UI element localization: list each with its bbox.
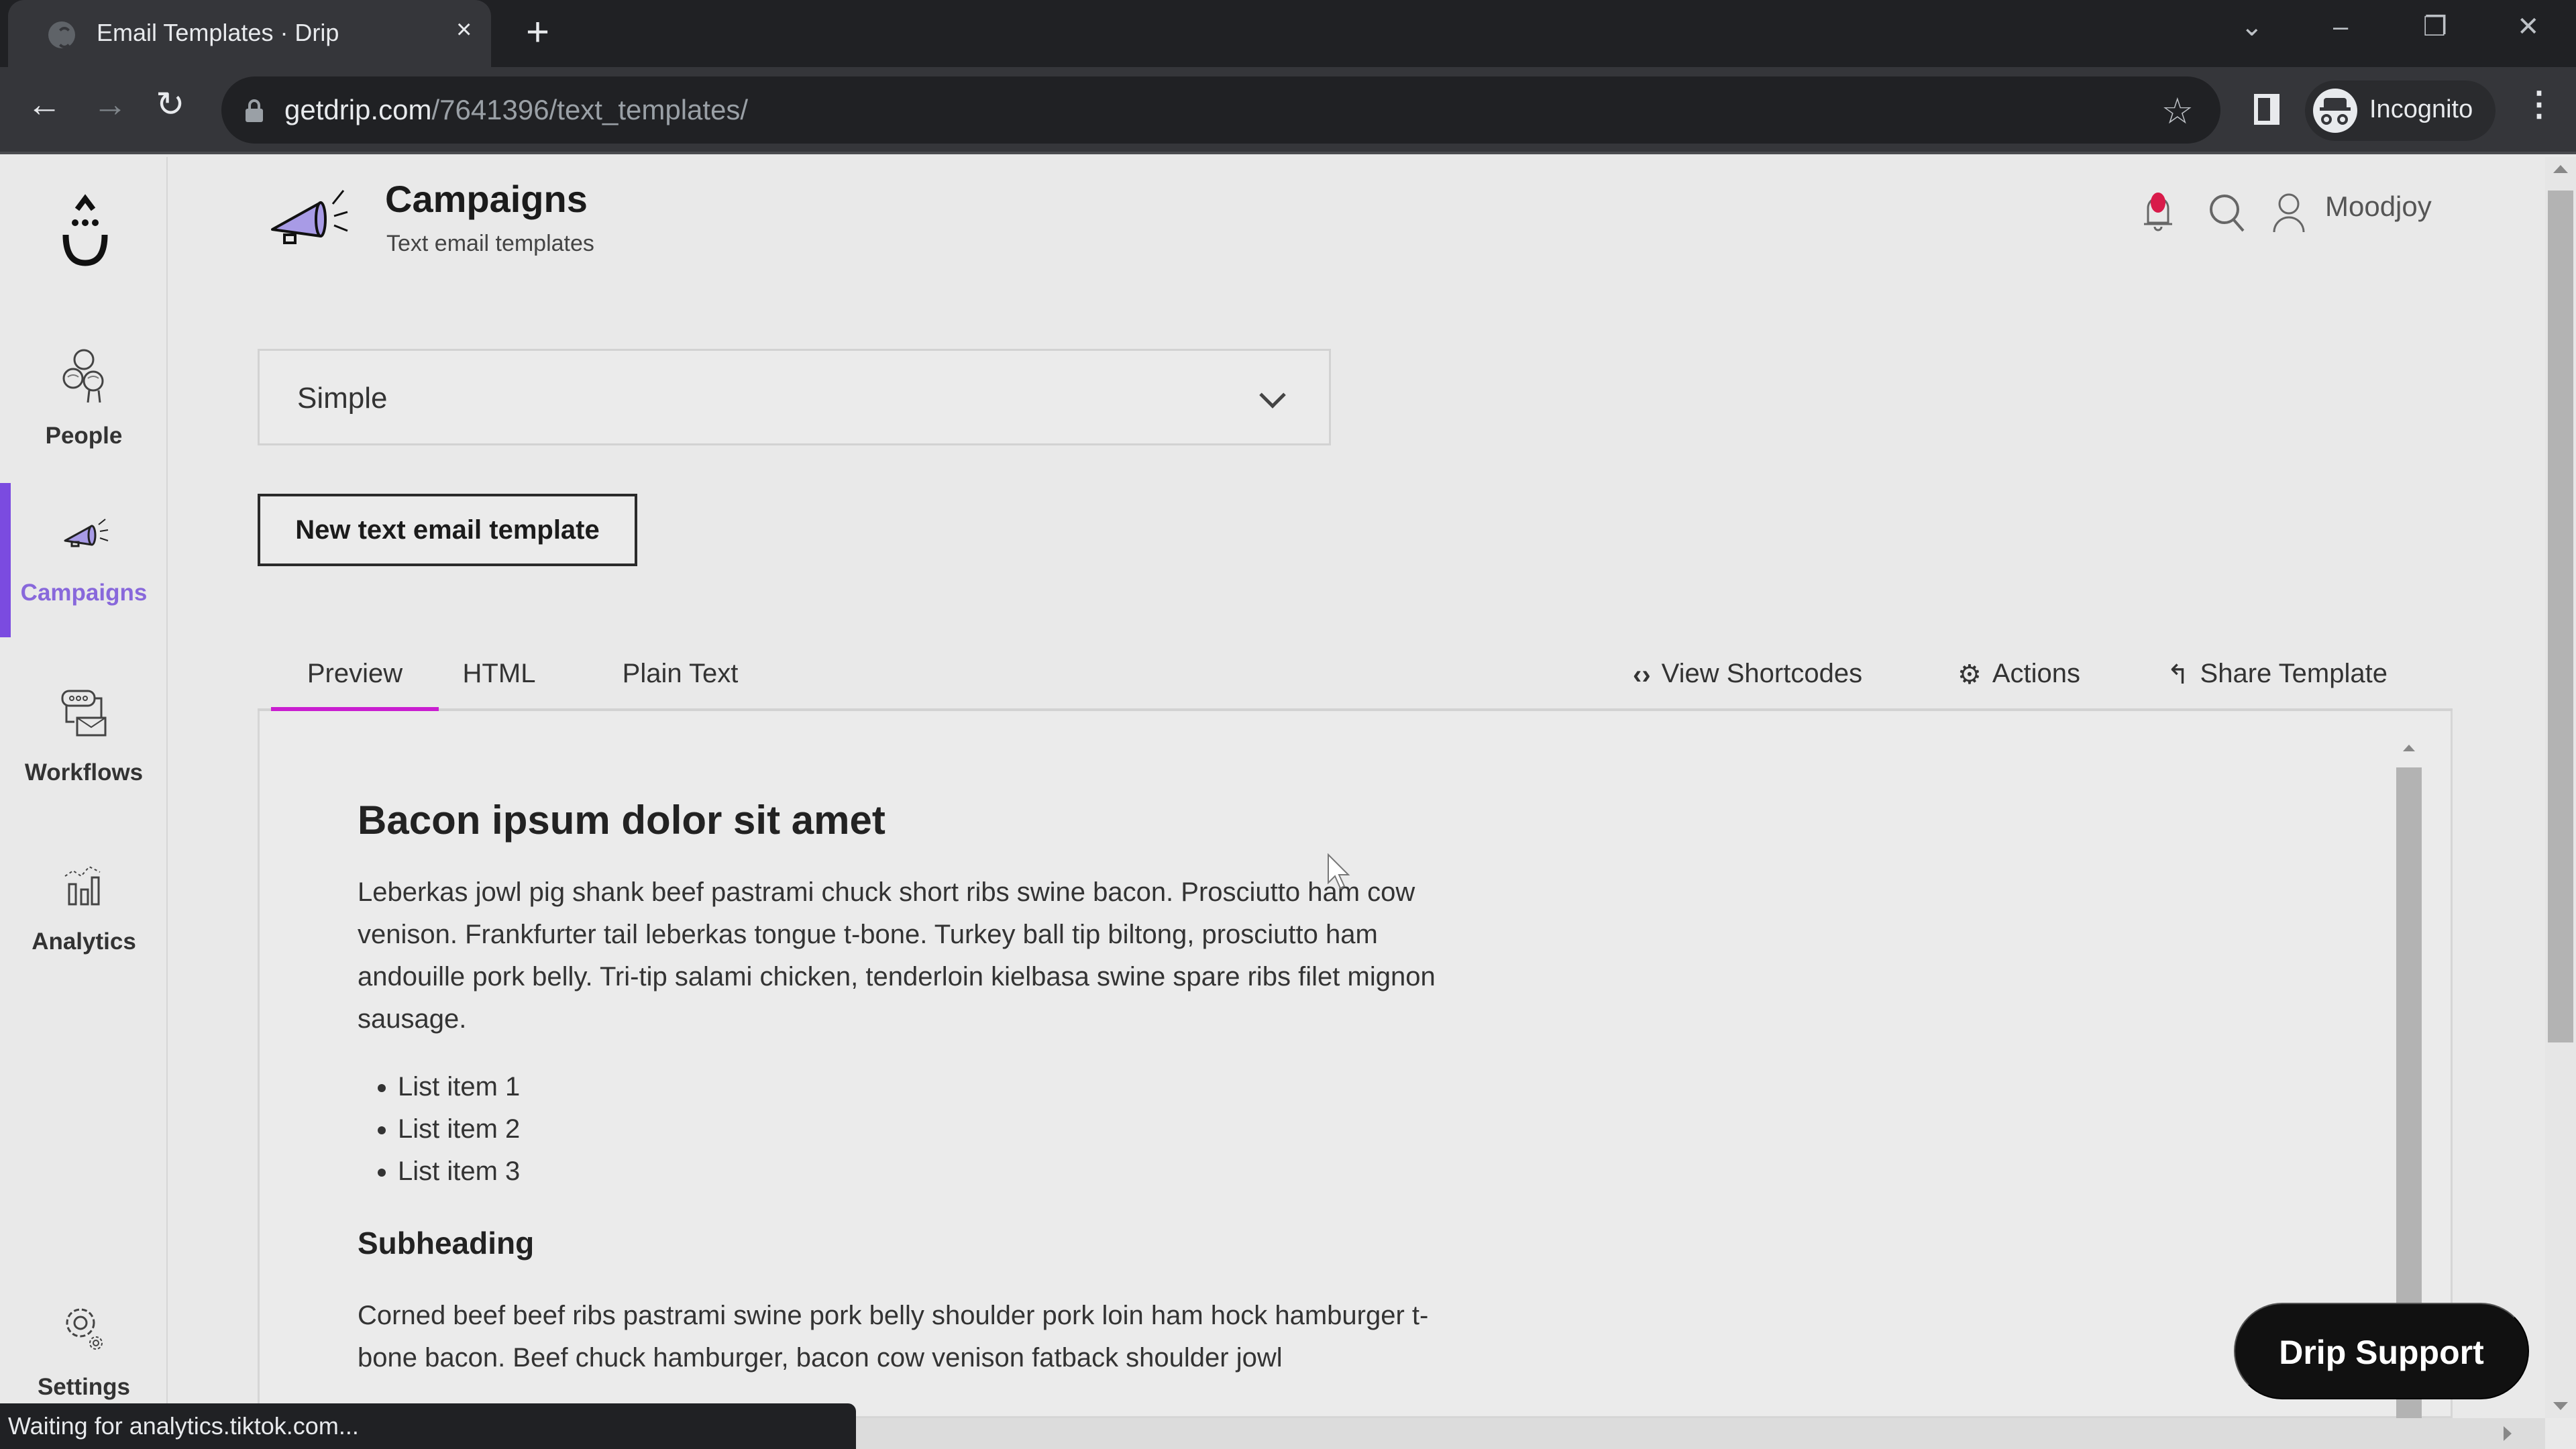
globe-icon: [48, 21, 75, 48]
sidebar-item-label: People: [45, 423, 123, 449]
tab-close-button[interactable]: ×: [456, 16, 472, 43]
template-tabs: Preview HTML Plain Text ‹› View Shortcode…: [258, 640, 2453, 714]
email-preview-content: Bacon ipsum dolor sit amet Leberkas jowl…: [358, 797, 1485, 1405]
address-bar[interactable]: getdrip.com/7641396/text_templates/ ☆: [221, 76, 2220, 144]
template-type-select[interactable]: Simple: [258, 349, 1331, 445]
page-scrollbar-thumb[interactable]: [2548, 191, 2573, 1042]
browser-tab[interactable]: Email Templates · Drip ×: [8, 0, 491, 68]
lock-icon: [246, 99, 263, 122]
page-vertical-scrollbar[interactable]: [2545, 157, 2576, 1418]
kebab-menu-icon[interactable]: ⋮: [2522, 87, 2556, 121]
actions-label: Actions: [1992, 659, 2081, 688]
incognito-profile[interactable]: Incognito: [2305, 80, 2496, 141]
select-value: Simple: [297, 382, 388, 415]
mouse-cursor-icon: [1328, 853, 1350, 890]
megaphone-icon: [64, 519, 109, 547]
tab-search-chevron-icon[interactable]: ⌄: [2241, 13, 2263, 40]
new-text-email-template-button[interactable]: New text email template: [258, 494, 637, 566]
new-tab-button[interactable]: +: [526, 12, 549, 52]
email-list: List item 1 List item 2 List item 3: [398, 1066, 1485, 1193]
reply-arrow-icon: ↰: [2167, 660, 2190, 690]
sidebar-item-people[interactable]: People: [0, 325, 168, 479]
close-window-icon[interactable]: ✕: [2517, 13, 2540, 40]
drip-logo-icon[interactable]: [55, 189, 115, 270]
back-arrow-icon[interactable]: ←: [27, 87, 62, 122]
gear-icon: ⚙: [1957, 660, 1982, 690]
reload-icon[interactable]: ↻: [156, 87, 185, 122]
email-subheading: Subheading: [358, 1226, 535, 1260]
tab-html[interactable]: HTML: [459, 640, 539, 711]
restore-icon[interactable]: ❐: [2423, 13, 2447, 40]
scroll-up-arrow-icon[interactable]: [2553, 165, 2568, 173]
drip-support-button[interactable]: Drip Support: [2234, 1303, 2529, 1399]
incognito-icon: [2313, 89, 2357, 133]
list-item: List item 3: [398, 1150, 1485, 1193]
forward-arrow-icon[interactable]: →: [93, 87, 127, 122]
scroll-right-arrow-icon[interactable]: [2504, 1426, 2512, 1441]
list-item: List item 1: [398, 1066, 1485, 1108]
sidebar-item-label: Campaigns: [20, 580, 148, 606]
browser-tabstrip: Email Templates · Drip × + ⌄ – ❐ ✕: [0, 0, 2576, 68]
email-paragraph: Leberkas jowl pig shank beef pastrami ch…: [358, 877, 1436, 1034]
tab-preview[interactable]: Preview: [271, 640, 439, 714]
tab-title: Email Templates · Drip: [97, 19, 339, 46]
email-heading: Bacon ipsum dolor sit amet: [358, 798, 885, 843]
scroll-up-arrow-icon[interactable]: [2395, 738, 2423, 758]
bookmark-star-icon[interactable]: ☆: [2161, 90, 2194, 132]
people-icon: [62, 349, 104, 403]
view-shortcodes-button[interactable]: ‹› View Shortcodes: [1633, 640, 1862, 707]
sidebar-item-label: Analytics: [32, 928, 136, 955]
browser-toolbar: ← → ↻ getdrip.com/7641396/text_templates…: [0, 67, 2576, 154]
code-brackets-icon: ‹›: [1633, 660, 1651, 690]
page-title: Campaigns: [385, 178, 588, 220]
url-path: /7641396/text_templates/: [431, 94, 749, 125]
sidebar-item-campaigns[interactable]: Campaigns: [0, 483, 168, 637]
gear-icon: [66, 1308, 103, 1350]
sidebar-item-analytics[interactable]: Analytics: [0, 830, 168, 985]
incognito-label: Incognito: [2369, 95, 2473, 123]
active-indicator: [0, 483, 11, 637]
sidebar: People Campaigns Workflows Analytics Set…: [0, 157, 168, 1418]
sidebar-item-label: Workflows: [24, 759, 144, 786]
tab-plain-text[interactable]: Plain Text: [613, 640, 747, 711]
page-subtitle: Text email templates: [386, 231, 594, 256]
view-shortcodes-label: View Shortcodes: [1661, 659, 1863, 688]
side-panel-icon[interactable]: [2254, 94, 2279, 125]
share-template-button[interactable]: ↰ Share Template: [2167, 640, 2387, 707]
analytics-icon: [64, 865, 101, 906]
drip-app: People Campaigns Workflows Analytics Set…: [0, 157, 2549, 1418]
template-preview-pane: Bacon ipsum dolor sit amet Leberkas jowl…: [258, 711, 2453, 1418]
campaigns-megaphone-icon: [271, 190, 348, 244]
actions-button[interactable]: ⚙ Actions: [1957, 640, 2080, 707]
chevron-down-icon: [1259, 382, 1286, 409]
notification-bell-icon[interactable]: [2141, 191, 2175, 235]
email-paragraph: Corned beef beef ribs pastrami swine por…: [358, 1301, 1429, 1373]
url-host: getdrip.com: [284, 94, 432, 125]
minimize-icon[interactable]: –: [2333, 13, 2348, 40]
search-icon[interactable]: [2207, 191, 2247, 235]
workflow-icon: [61, 690, 107, 737]
sidebar-item-label: Settings: [37, 1374, 131, 1400]
username[interactable]: Moodjoy: [2325, 191, 2432, 223]
scroll-down-arrow-icon[interactable]: [2553, 1402, 2568, 1410]
share-template-label: Share Template: [2200, 659, 2387, 688]
sidebar-item-workflows[interactable]: Workflows: [0, 661, 168, 816]
url-text[interactable]: getdrip.com/7641396/text_templates/: [284, 94, 748, 126]
user-profile-icon[interactable]: [2270, 191, 2308, 235]
list-item: List item 2: [398, 1108, 1485, 1150]
browser-status-bar: Waiting for analytics.tiktok.com...: [0, 1403, 856, 1449]
